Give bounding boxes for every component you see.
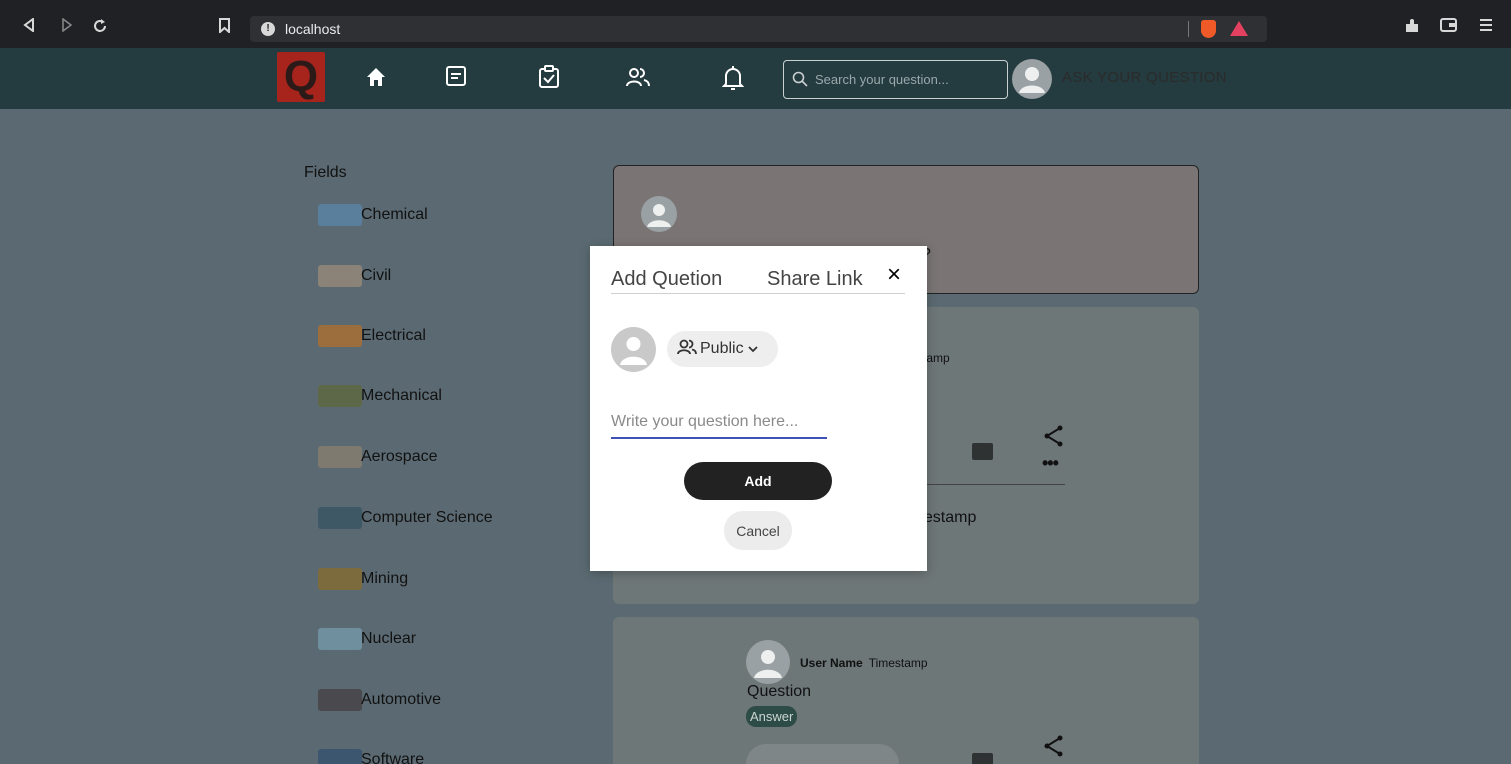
field-thumbnail xyxy=(318,628,362,650)
brave-rewards-icon[interactable] xyxy=(1230,21,1248,36)
sidebar-item-mechanical[interactable]: Mechanical xyxy=(318,383,442,409)
question-input[interactable] xyxy=(611,407,827,439)
extensions-icon[interactable] xyxy=(1404,18,1420,37)
visibility-label: Public xyxy=(700,340,744,357)
sidebar-item-label: Aerospace xyxy=(361,448,438,465)
tab-share-link[interactable]: Share Link xyxy=(767,268,863,291)
sidebar-item-label: Mechanical xyxy=(361,387,442,404)
back-icon[interactable] xyxy=(22,17,36,35)
field-thumbnail xyxy=(318,507,362,529)
home-icon[interactable] xyxy=(364,65,388,94)
field-thumbnail xyxy=(318,446,362,468)
divider xyxy=(1188,21,1189,37)
more-options-icon[interactable]: ••• xyxy=(1042,453,1059,474)
site-info-icon[interactable]: ! xyxy=(261,22,275,36)
user-name: User Name xyxy=(800,656,863,670)
sidebar-item-computer-science[interactable]: Computer Science xyxy=(318,505,493,531)
site-logo[interactable]: Q xyxy=(277,52,325,102)
sidebar-item-label: Nuclear xyxy=(361,630,417,647)
field-thumbnail xyxy=(318,204,362,226)
add-question-modal: Add Quetion Share Link × Public Add Canc… xyxy=(590,246,927,571)
field-thumbnail xyxy=(318,385,362,407)
sidebar-item-aerospace[interactable]: Aerospace xyxy=(318,444,438,470)
post-timestamp: Timestamp xyxy=(868,656,928,670)
brave-shield-icon[interactable] xyxy=(1201,20,1216,38)
wallet-icon[interactable] xyxy=(1440,18,1457,35)
sidebar-item-automotive[interactable]: Automotive xyxy=(318,687,441,713)
forward-icon[interactable] xyxy=(60,17,74,35)
sidebar-item-label: Electrical xyxy=(361,327,426,344)
app-header: Q ASK YOUR QUESTION xyxy=(0,48,1511,109)
search-box[interactable] xyxy=(783,60,1008,99)
sidebar-item-civil[interactable]: Civil xyxy=(318,263,391,289)
bell-icon[interactable] xyxy=(721,65,745,96)
vote-control[interactable] xyxy=(746,744,899,764)
visibility-dropdown[interactable]: Public xyxy=(667,331,778,367)
sidebar-item-chemical[interactable]: Chemical xyxy=(318,202,428,228)
sidebar-title: Fields xyxy=(304,164,347,181)
address-bar[interactable]: ! localhost xyxy=(250,16,1267,42)
question-text: Question xyxy=(747,683,812,700)
bookmark-icon[interactable] xyxy=(218,18,231,36)
sidebar-item-label: Computer Science xyxy=(361,509,493,526)
field-thumbnail xyxy=(318,325,362,347)
field-thumbnail xyxy=(318,568,362,590)
search-input[interactable] xyxy=(815,69,1000,89)
post-timestamp: tamp xyxy=(923,351,950,365)
share-icon[interactable] xyxy=(1042,735,1064,762)
sidebar-item-mining[interactable]: Mining xyxy=(318,566,408,592)
user-avatar[interactable] xyxy=(1012,59,1052,99)
answer-button[interactable]: Answer xyxy=(746,706,798,727)
avatar xyxy=(746,640,790,684)
sidebar-item-label: Software xyxy=(361,751,425,764)
share-icon[interactable] xyxy=(1042,425,1064,452)
avatar xyxy=(611,327,656,372)
post-card: User Name Timestamp Question Answer xyxy=(613,617,1199,764)
add-button[interactable]: Add xyxy=(684,462,832,500)
avatar xyxy=(641,196,677,232)
sidebar-item-label: Automotive xyxy=(361,691,442,708)
search-icon xyxy=(792,71,808,92)
sidebar-item-electrical[interactable]: Electrical xyxy=(318,323,426,349)
tab-add-question[interactable]: Add Quetion xyxy=(611,268,722,291)
sidebar-item-label: Mining xyxy=(361,570,409,587)
field-thumbnail xyxy=(318,689,362,711)
sidebar-item-nuclear[interactable]: Nuclear xyxy=(318,626,416,652)
news-icon[interactable] xyxy=(445,65,467,92)
people-icon xyxy=(676,338,698,361)
close-icon[interactable]: × xyxy=(887,263,901,287)
field-thumbnail xyxy=(318,749,362,764)
post-meta: User Name Timestamp xyxy=(800,656,928,670)
sidebar-item-label: Chemical xyxy=(361,206,428,223)
people-icon[interactable] xyxy=(625,65,651,94)
menu-icon[interactable] xyxy=(1480,18,1492,35)
task-check-icon[interactable] xyxy=(537,65,561,94)
ask-question-button[interactable]: ASK YOUR QUESTION xyxy=(1062,69,1227,86)
sidebar-item-label: Civil xyxy=(361,267,392,284)
browser-toolbar: ! localhost xyxy=(0,0,1511,48)
comment-icon[interactable] xyxy=(972,753,993,764)
reload-icon[interactable] xyxy=(92,18,108,37)
cancel-button[interactable]: Cancel xyxy=(724,511,792,550)
chevron-down-icon xyxy=(747,340,758,358)
modal-tabs: Add Quetion Share Link xyxy=(611,268,905,294)
field-thumbnail xyxy=(318,265,362,287)
comment-icon[interactable] xyxy=(972,443,993,460)
sidebar-item-software[interactable]: Software xyxy=(318,747,424,764)
url-text: localhost xyxy=(285,21,341,37)
divider xyxy=(923,484,1065,485)
